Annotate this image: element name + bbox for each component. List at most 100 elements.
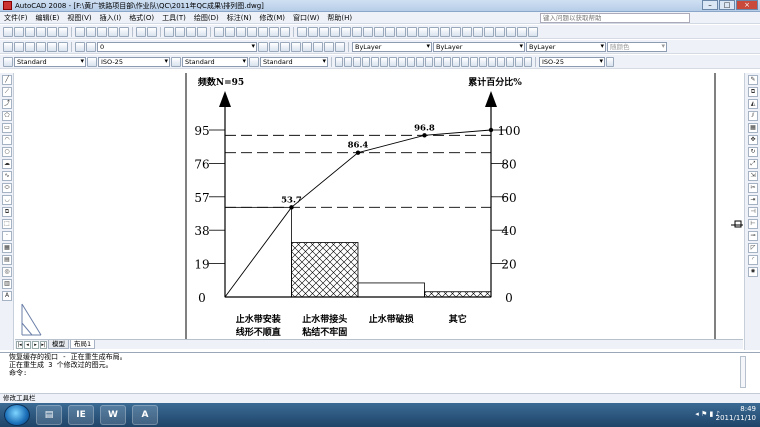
menu-window[interactable]: 窗口(W) — [289, 13, 323, 23]
dim-style-icon[interactable] — [87, 56, 97, 67]
fillet-icon[interactable]: ◜ — [748, 255, 758, 265]
menu-insert[interactable]: 插入(I) — [96, 13, 126, 23]
make-block-icon[interactable]: ⬚ — [2, 219, 12, 229]
menu-file[interactable]: 文件(F) — [0, 13, 32, 23]
center-mark-icon[interactable] — [451, 26, 461, 37]
taskbar-explorer-icon[interactable]: ▤ — [36, 405, 62, 425]
help-icon[interactable] — [280, 26, 290, 37]
maximize-button[interactable]: □ — [719, 0, 735, 10]
menu-help[interactable]: 帮助(H) — [323, 13, 356, 23]
dim-jogged-icon[interactable] — [352, 26, 362, 37]
layer-freeze-icon[interactable] — [280, 41, 290, 52]
minimize-button[interactable]: – — [702, 0, 718, 10]
tb-icon-18[interactable] — [488, 56, 496, 67]
tb-icon-23[interactable] — [606, 56, 614, 67]
dim-quick-icon[interactable] — [385, 26, 395, 37]
tb-icon-10[interactable] — [416, 56, 424, 67]
publish-icon[interactable] — [58, 26, 68, 37]
tb-icon-17[interactable] — [479, 56, 487, 67]
mirror-icon[interactable]: ◭ — [748, 99, 758, 109]
matchprop-icon[interactable] — [108, 26, 118, 37]
layer-previous-icon[interactable] — [47, 41, 57, 52]
explode-icon[interactable]: ✸ — [748, 267, 758, 277]
ellipse-icon[interactable]: ⬭ — [2, 183, 12, 193]
table-icon[interactable]: ▥ — [2, 279, 12, 289]
polyline-icon[interactable]: ⤴ — [2, 99, 12, 109]
copy-object-icon[interactable]: ⧉ — [748, 87, 758, 97]
jogged-linear-icon[interactable] — [473, 26, 483, 37]
tb-icon-5[interactable] — [371, 56, 379, 67]
line-icon[interactable]: ╱ — [2, 75, 12, 85]
markup-icon[interactable] — [258, 26, 268, 37]
tab-layout1[interactable]: 布局1 — [70, 340, 96, 349]
offset-icon[interactable]: ⫽ — [748, 111, 758, 121]
tb-icon-7[interactable] — [389, 56, 397, 67]
tb-icon-3[interactable] — [353, 56, 361, 67]
tab-nav-first-icon[interactable]: |◂ — [16, 340, 23, 349]
dim-space-icon[interactable] — [418, 26, 428, 37]
tb-icon-13[interactable] — [443, 56, 451, 67]
tb-icon-1[interactable] — [335, 56, 343, 67]
undo-icon[interactable] — [136, 26, 146, 37]
hatch-icon[interactable]: ▦ — [2, 243, 12, 253]
rotate-icon[interactable]: ↻ — [748, 147, 758, 157]
text-style-icon[interactable] — [3, 56, 13, 67]
tb-icon-12[interactable] — [434, 56, 442, 67]
dim-continue-icon[interactable] — [407, 26, 417, 37]
tb-icon-19[interactable] — [497, 56, 505, 67]
plot-icon[interactable] — [36, 26, 46, 37]
extend-icon[interactable]: ⇥ — [748, 195, 758, 205]
dim-arc-icon[interactable] — [319, 26, 329, 37]
layer-off-icon[interactable] — [291, 41, 301, 52]
tb-icon-2[interactable] — [344, 56, 352, 67]
dim-ordinate-icon[interactable] — [330, 26, 340, 37]
break-icon[interactable]: ⊢ — [748, 219, 758, 229]
taskbar-word-icon[interactable]: W — [100, 405, 126, 425]
pan-icon[interactable] — [164, 26, 174, 37]
start-button[interactable] — [4, 404, 30, 426]
color-dropdown[interactable]: ByLayer — [352, 41, 432, 52]
layer-properties-icon[interactable] — [25, 41, 35, 52]
erase-icon[interactable]: ✎ — [748, 75, 758, 85]
zoom-window-icon[interactable] — [186, 26, 196, 37]
autocad-app-icon[interactable] — [3, 1, 12, 10]
help-icon-2[interactable] — [528, 26, 538, 37]
taskbar-ie-icon[interactable]: IE — [68, 405, 94, 425]
menu-draw[interactable]: 绘图(D) — [190, 13, 223, 23]
taskbar-autocad-icon[interactable]: A — [132, 405, 158, 425]
designcenter-icon[interactable] — [225, 26, 235, 37]
polygon-icon[interactable]: ⬠ — [2, 111, 12, 121]
cut-icon[interactable] — [75, 26, 85, 37]
mtext-tool-icon[interactable]: A — [2, 291, 12, 301]
construction-line-icon[interactable]: ⟋ — [2, 87, 12, 97]
redo-icon[interactable] — [147, 26, 157, 37]
sun-icon[interactable] — [86, 41, 96, 52]
dim-update-icon[interactable] — [506, 26, 516, 37]
menu-edit[interactable]: 编辑(E) — [32, 13, 64, 23]
trim-icon[interactable]: ✂ — [748, 183, 758, 193]
tb-icon-9[interactable] — [407, 56, 415, 67]
table-style-dropdown[interactable]: Standard — [182, 56, 248, 67]
command-prompt[interactable]: 命令: — [9, 369, 760, 377]
close-button[interactable]: × — [736, 0, 758, 10]
region-icon[interactable]: ◎ — [2, 267, 12, 277]
lightbulb-icon[interactable] — [75, 41, 85, 52]
copy-icon[interactable] — [86, 26, 96, 37]
chamfer-icon[interactable]: ◸ — [748, 243, 758, 253]
revcloud-icon[interactable]: ☁ — [2, 159, 12, 169]
mleader-style-icon[interactable] — [249, 56, 259, 67]
menu-modify[interactable]: 修改(M) — [255, 13, 289, 23]
toolpalettes-icon[interactable] — [236, 26, 246, 37]
lineweight-dropdown[interactable]: ByLayer — [526, 41, 606, 52]
tb-icon-11[interactable] — [425, 56, 433, 67]
move-icon[interactable]: ✥ — [748, 135, 758, 145]
save-icon[interactable] — [25, 26, 35, 37]
paste-icon[interactable] — [97, 26, 107, 37]
mleader-style-dropdown[interactable]: Standard — [260, 56, 328, 67]
mtext-icon[interactable] — [14, 41, 24, 52]
ellipse-arc-icon[interactable]: ◡ — [2, 195, 12, 205]
dim-style-dropdown[interactable]: ISO-25 — [98, 56, 170, 67]
scale-icon[interactable]: ⤢ — [748, 159, 758, 169]
system-clock[interactable]: 8:49 2011/11/10 — [716, 405, 756, 423]
text-style-dropdown[interactable]: Standard — [14, 56, 86, 67]
